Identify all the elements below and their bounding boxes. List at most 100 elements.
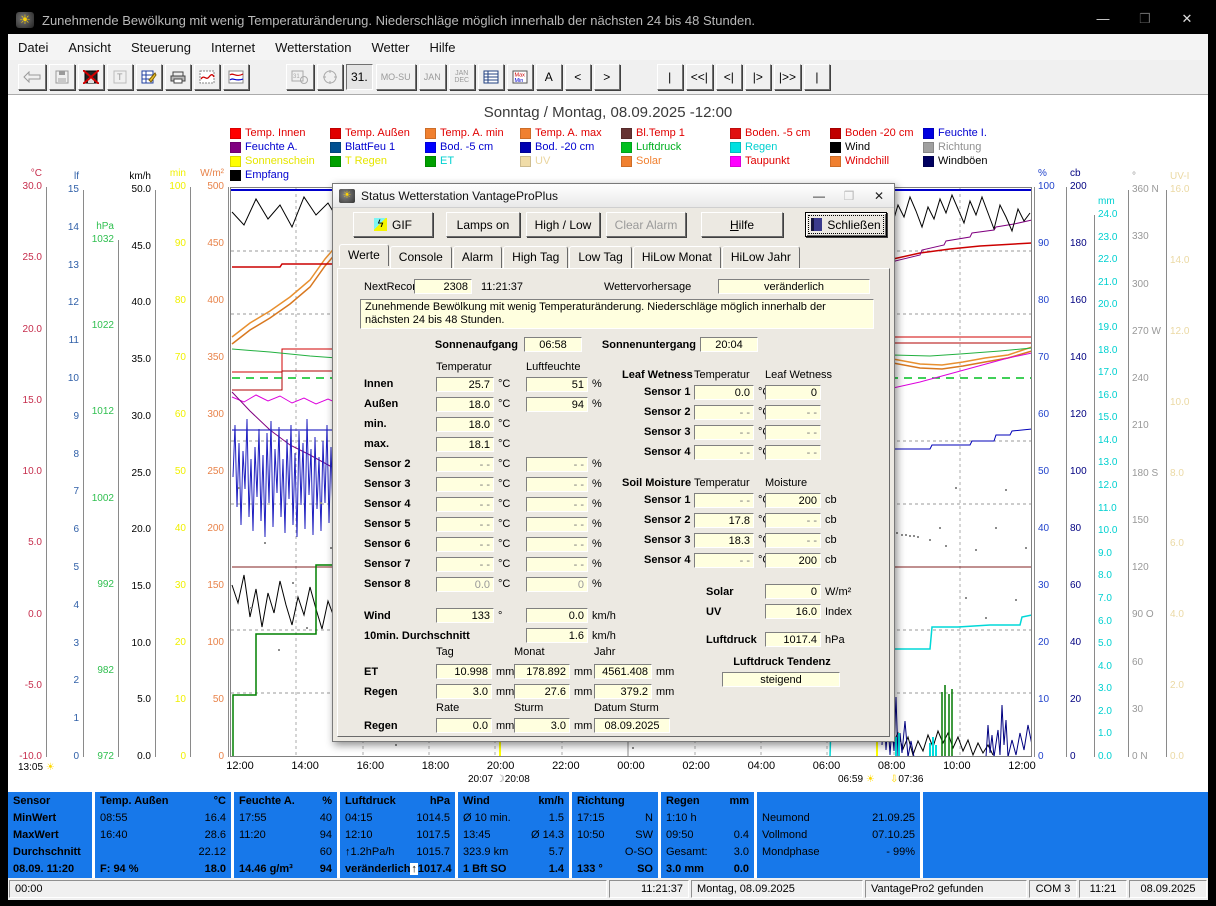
legend-label: Windchill	[845, 155, 889, 167]
dialog-label: Moisture	[765, 477, 807, 489]
status-dialog: ☀ Status Wetterstation VantageProPlus — …	[332, 183, 895, 742]
rec-next-button[interactable]: |>	[745, 64, 771, 90]
col-header: Luftdruck	[345, 793, 396, 810]
chart-day-button[interactable]	[194, 64, 220, 90]
edit-table-button[interactable]	[136, 64, 162, 90]
window-title: Zunehmende Bewölkung mit wenig Temperatu…	[42, 13, 755, 28]
solar-field: 0	[765, 584, 821, 599]
schliessen-button[interactable]: Schließen	[805, 212, 887, 237]
dialog-label: Sensor 3	[644, 426, 690, 438]
dialog-label: %	[592, 398, 602, 410]
month-view-button[interactable]: JAN	[419, 64, 446, 90]
legend-color-swatch	[230, 128, 241, 139]
compass-icon	[322, 69, 338, 85]
tab-high-tag[interactable]: High Tag	[503, 246, 568, 268]
svg-text:T: T	[117, 72, 123, 82]
lamps-on-button[interactable]: Lamps on	[446, 212, 520, 237]
menu-item-wetter[interactable]: Wetter	[361, 40, 419, 55]
col-unit: mm	[729, 793, 749, 810]
text-view-button[interactable]: T	[107, 64, 133, 90]
tick-cb-60: 60	[1070, 580, 1116, 591]
menu-item-internet[interactable]: Internet	[201, 40, 265, 55]
leaf-wet-2: - -	[765, 405, 821, 420]
menu-item-hilfe[interactable]: Hilfe	[420, 40, 466, 55]
tick-W/m²-50: 50	[182, 694, 224, 705]
legend-item-luftdruck: Luftdruck	[621, 140, 730, 154]
tab-console[interactable]: Console	[390, 246, 452, 268]
hilfe-button[interactable]: Hilfe	[701, 212, 783, 237]
summary-col-sensor: SensorMinWertMaxWertDurchschnitt08.09. 1…	[8, 792, 92, 878]
summary-row: Mondphase- 99%	[762, 844, 915, 861]
cell-value: 1.4	[549, 861, 564, 878]
delete-save-button[interactable]	[78, 64, 104, 90]
high-low-button[interactable]: High / Low	[526, 212, 600, 237]
x-tick-2: 16:00	[348, 760, 392, 772]
tab-hilow-jahr[interactable]: HiLow Jahr	[722, 246, 800, 268]
year-view-button[interactable]: JAN DEC	[449, 64, 475, 90]
dialog-maximize-icon[interactable]: ❒	[834, 189, 864, 203]
maxmin-button[interactable]: MaxMin	[507, 64, 533, 90]
rec-fast-prev-button[interactable]: <<|	[686, 64, 713, 90]
dialog-label: %	[592, 578, 602, 590]
gif-button[interactable]: ϟGIF	[353, 212, 433, 237]
prev-button[interactable]: <	[565, 64, 591, 90]
rec-fast-next-button[interactable]: |>>	[774, 64, 801, 90]
close-icon[interactable]: ✕	[1166, 6, 1208, 34]
tab-low-tag[interactable]: Low Tag	[569, 246, 631, 268]
dialog-label: 10min. Durchschnitt	[364, 630, 470, 642]
cell-value: 22.12	[198, 844, 226, 861]
legend-item-windb-en: Windböen	[923, 154, 1018, 168]
print-button[interactable]	[165, 64, 191, 90]
dialog-minimize-icon[interactable]: —	[804, 189, 834, 203]
rec-first-button[interactable]: |	[657, 64, 683, 90]
prev-button-label: <	[574, 70, 581, 84]
wind-speed-field: 0.0	[526, 608, 588, 623]
dialog-close-icon[interactable]: ✕	[864, 189, 894, 203]
cell-label: 17:55	[239, 810, 267, 827]
tick-°-300: 300	[1132, 279, 1178, 290]
compass-button[interactable]	[317, 64, 343, 90]
week-view-button-label: MO-SU	[381, 72, 411, 82]
dialog-label: km/h	[592, 630, 616, 642]
legend-label: Bod. -20 cm	[535, 141, 594, 153]
rec-last-button[interactable]: |	[804, 64, 830, 90]
menu-item-datei[interactable]: Datei	[8, 40, 58, 55]
summary-row	[928, 861, 1203, 878]
minimize-icon[interactable]: —	[1082, 6, 1124, 34]
day-view-button[interactable]: 31.	[346, 64, 373, 90]
rec-prev-button-label: <|	[724, 70, 734, 84]
x-tick-6: 00:00	[609, 760, 653, 772]
date-clock-button[interactable]: 31	[286, 64, 314, 90]
next-button[interactable]: >	[594, 64, 620, 90]
summary-row: 17:15N	[577, 810, 653, 827]
status-date: 08.09.2025	[1129, 880, 1207, 898]
tick-W/m²-150: 150	[182, 580, 224, 591]
dialog-title-bar: ☀ Status Wetterstation VantageProPlus — …	[333, 184, 894, 208]
tab-werte[interactable]: Werte	[339, 244, 389, 266]
clear-alarm-button[interactable]: Clear Alarm	[606, 212, 686, 237]
save-button[interactable]	[49, 64, 75, 90]
maximize-icon[interactable]: ❒	[1124, 6, 1166, 34]
dialog-label: Regen	[364, 686, 398, 698]
summary-row: O-SO	[577, 844, 653, 861]
tick-mm-16.0: 16.0	[1098, 390, 1144, 401]
menu-item-wetterstation[interactable]: Wetterstation	[265, 40, 361, 55]
tab-alarm[interactable]: Alarm	[453, 246, 502, 268]
menu-item-ansicht[interactable]: Ansicht	[58, 40, 121, 55]
tab-hilow-monat[interactable]: HiLow Monat	[633, 246, 721, 268]
summary-row: 14.46 g/m³94	[239, 861, 332, 878]
tick-hPa-1002: 1002	[72, 493, 114, 504]
rec-prev-button[interactable]: <|	[716, 64, 742, 90]
table-view-button[interactable]	[478, 64, 504, 90]
leaf-temp-4: - -	[694, 445, 754, 460]
x-tick-0: 12:00	[218, 760, 262, 772]
week-view-button[interactable]: MO-SU	[376, 64, 416, 90]
chart-multi-button[interactable]	[223, 64, 249, 90]
dialog-label: Sensor 1	[644, 494, 690, 506]
cell-value: 3.0	[734, 844, 749, 861]
cell-value: Ø 14.3	[531, 827, 564, 844]
auto-button[interactable]: A	[536, 64, 562, 90]
menu-item-steuerung[interactable]: Steuerung	[121, 40, 201, 55]
tick-UV-I-0.0: 0.0	[1170, 751, 1216, 762]
back-button[interactable]	[18, 64, 46, 90]
